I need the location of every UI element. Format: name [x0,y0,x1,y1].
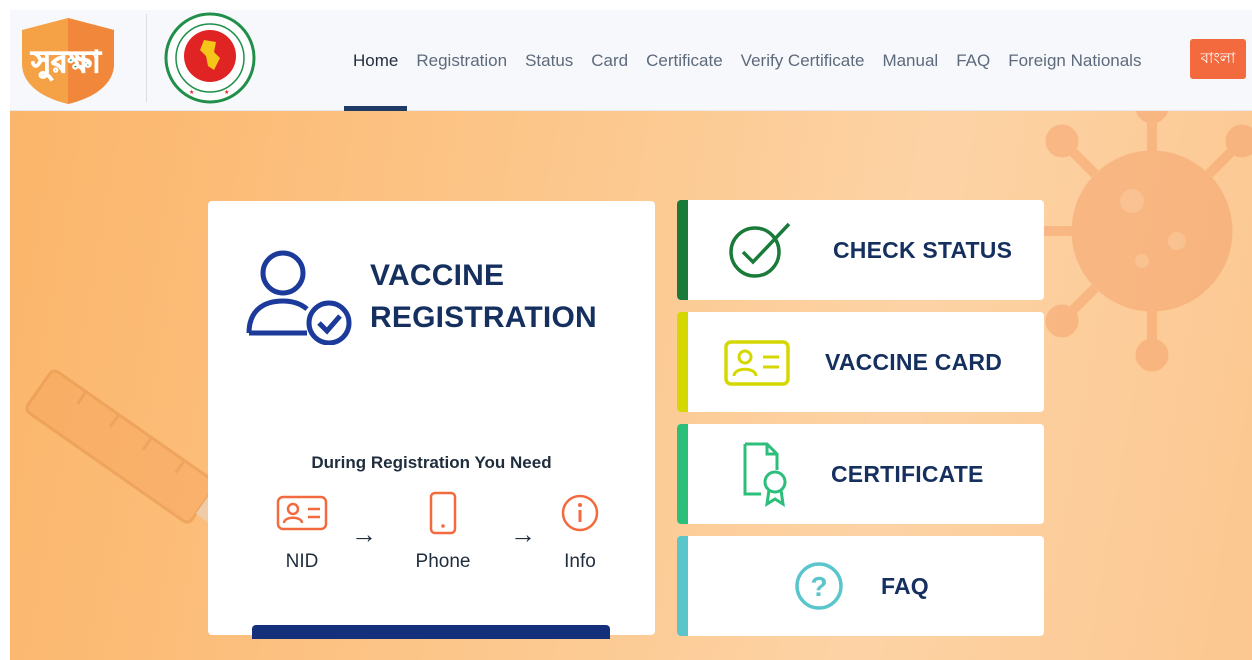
faq-card[interactable]: ? FAQ [677,536,1044,636]
requirement-nid: NID [257,491,347,573]
accent-bar [677,200,688,300]
vaccine-card-label: VACCINE CARD [825,348,1003,375]
accent-bar [677,424,688,524]
nav-status[interactable]: Status [516,10,582,111]
main-nav: Home Registration Status Card Certificat… [344,10,1150,111]
svg-text:?: ? [810,571,827,602]
nav-manual[interactable]: Manual [873,10,947,111]
government-seal-logo: ★ ★ [164,12,256,104]
id-card-icon [276,495,328,531]
check-status-card[interactable]: CHECK STATUS [677,200,1044,300]
certificate-card[interactable]: CERTIFICATE [677,424,1044,524]
vaccine-card-card[interactable]: VACCINE CARD [677,312,1044,412]
requirement-label: Info [564,551,596,572]
nav-verify-certificate[interactable]: Verify Certificate [732,10,874,111]
accent-bar [677,536,688,636]
accent-bar [677,312,688,412]
requirement-label: NID [285,551,319,572]
requirement-info: Info [535,491,625,573]
nav-registration[interactable]: Registration [407,10,516,111]
arrow-right-icon: → [510,519,536,549]
faq-label: FAQ [881,572,929,599]
registration-title: VACCINE REGISTRATION [370,255,640,339]
question-icon: ? [795,562,843,610]
registration-title-line1: VACCINE [370,259,505,292]
svg-text:★: ★ [224,89,229,96]
phone-icon [429,491,457,535]
certificate-icon [743,442,787,507]
check-circle-icon [729,222,791,278]
vaccine-registration-card[interactable]: VACCINE REGISTRATION During Registration… [208,201,655,639]
check-status-label: CHECK STATUS [833,236,1013,263]
arrow-right-icon: → [351,519,377,549]
nav-home[interactable]: Home [344,10,408,111]
nav-foreign-nationals[interactable]: Foreign Nationals [999,10,1150,111]
requirement-label: Phone [415,551,471,572]
register-button[interactable] [252,625,610,639]
requirements-heading: During Registration You Need [311,453,552,472]
logo-text: সুরক্ষা [30,45,102,81]
site-header: সুরক্ষা ★ ★ Home Registration Status Car… [10,10,1252,111]
language-toggle-button[interactable]: বাংলা [1190,39,1246,79]
info-icon [561,494,599,532]
vaccine-card-icon [724,340,790,386]
user-check-icon [246,250,352,345]
surokkha-logo[interactable]: সুরক্ষা [10,14,130,106]
nav-certificate[interactable]: Certificate [637,10,732,111]
certificate-label: CERTIFICATE [831,460,984,487]
nav-card[interactable]: Card [582,10,637,111]
requirement-phone: Phone [398,491,488,573]
nav-faq[interactable]: FAQ [947,10,999,111]
registration-title-line2: REGISTRATION [370,301,597,334]
svg-text:★: ★ [189,89,194,96]
logo-divider [146,14,147,102]
